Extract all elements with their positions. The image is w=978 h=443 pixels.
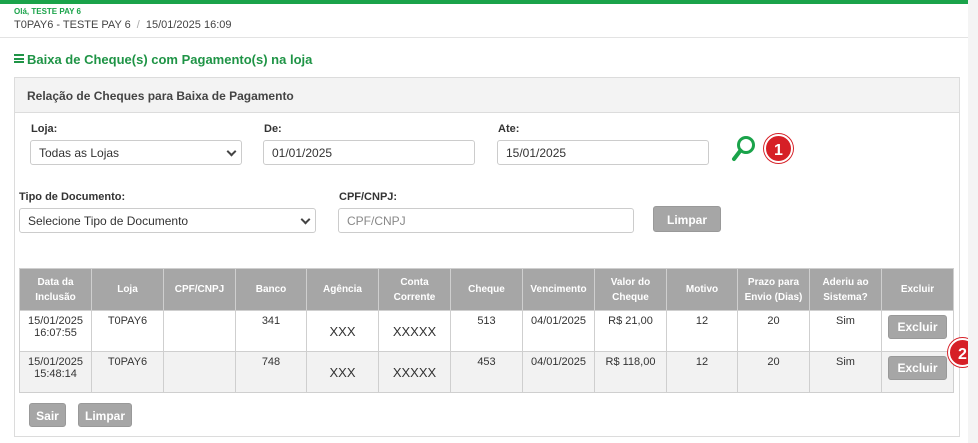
col-cpf-cnpj: CPF/CNPJ [163,268,236,311]
loja-select-value: Todas as Lojas [39,146,120,160]
search-icon[interactable] [731,135,757,163]
cell-loja: T0PAY6 [91,351,164,393]
cell-conta: XXXXX [378,351,451,393]
de-date-input[interactable]: 01/01/2025 [263,140,475,165]
col-data-inclusao: Data da Inclusão [19,268,92,311]
page-title: Baixa de Cheque(s) com Pagamento(s) na l… [14,52,312,67]
excluir-button[interactable]: Excluir [888,315,947,339]
cpf-cnpj-input[interactable]: CPF/CNPJ [338,208,634,233]
limpar-footer-button[interactable]: Limpar [78,403,132,427]
loja-label: Loja: [31,123,58,135]
cell-data-inclusao: 15/01/2025 15:48:14 [19,351,92,393]
top-accent-bar [0,0,978,4]
excluir-button[interactable]: Excluir [888,356,947,380]
cell-data-inclusao: 15/01/2025 16:07:55 [19,310,92,352]
cell-cheque: 453 [450,351,523,393]
cell-motivo: 12 [666,310,738,352]
col-conta-corrente: Conta Corrente [378,268,451,311]
tipo-documento-label: Tipo de Documento: [19,191,126,203]
col-prazo-envio: Prazo para Envio (Dias) [737,268,810,311]
col-agencia: Agência [306,268,379,311]
greeting-text: Olá, TESTE PAY 6 [14,7,81,16]
cell-valor: R$ 21,00 [594,310,667,352]
col-excluir: Excluir [881,268,954,311]
cell-banco: 341 [235,310,307,352]
cell-aderiu: Sim [809,351,882,393]
cell-vencimento: 04/01/2025 [522,310,595,352]
cell-agencia: XXX [306,310,379,352]
de-date-value: 01/01/2025 [272,146,333,160]
col-loja: Loja [91,268,164,311]
table-row: 15/01/2025 16:07:55 T0PAY6 341 XXX XXXXX… [19,310,954,352]
cell-conta: XXXXX [378,310,451,352]
cell-banco: 748 [235,351,307,393]
hamburger-icon [14,54,24,63]
cell-prazo: 20 [737,310,810,352]
ate-label: Ate: [498,123,520,135]
annotation-badge-1: 1 [764,134,793,163]
ate-date-input[interactable]: 15/01/2025 [497,140,709,165]
ate-date-value: 15/01/2025 [506,146,567,160]
cpf-cnpj-label: CPF/CNPJ: [339,191,398,203]
cell-cpf-cnpj [163,310,236,352]
breadcrumb-separator: / [136,19,140,31]
col-banco: Banco [235,268,307,311]
cell-valor: R$ 118,00 [594,351,667,393]
loja-select[interactable]: Todas as Lojas [30,140,242,165]
col-cheque: Cheque [450,268,523,311]
cell-prazo: 20 [737,351,810,393]
col-motivo: Motivo [666,268,738,311]
page-title-text: Baixa de Cheque(s) com Pagamento(s) na l… [27,52,313,67]
cell-vencimento: 04/01/2025 [522,351,595,393]
cell-cheque: 513 [450,310,523,352]
cell-loja: T0PAY6 [91,310,164,352]
cheques-table: Data da Inclusão Loja CPF/CNPJ Banco Agê… [19,268,954,393]
col-valor-cheque: Valor do Cheque [594,268,667,311]
de-label: De: [264,123,282,135]
col-vencimento: Vencimento [522,268,595,311]
panel-title: Relação de Cheques para Baixa de Pagamen… [15,78,959,113]
tipo-documento-value: Selecione Tipo de Documento [28,214,189,228]
sair-button[interactable]: Sair [29,403,66,427]
tipo-documento-select[interactable]: Selecione Tipo de Documento [19,208,316,233]
breadcrumb-datetime: 15/01/2025 16:09 [145,19,232,31]
cell-motivo: 12 [666,351,738,393]
table-header-row: Data da Inclusão Loja CPF/CNPJ Banco Agê… [19,268,954,311]
limpar-filter-button[interactable]: Limpar [653,206,721,232]
vertical-scrollbar[interactable] [968,0,978,443]
col-aderiu-sistema: Aderiu ao Sistema? [809,268,882,311]
cell-agencia: XXX [306,351,379,393]
cell-cpf-cnpj [163,351,236,393]
breadcrumb-store: T0PAY6 - TESTE PAY 6 [14,19,131,31]
header-divider [0,37,968,38]
cpf-cnpj-placeholder: CPF/CNPJ [347,214,406,228]
cell-aderiu: Sim [809,310,882,352]
table-row: 15/01/2025 15:48:14 T0PAY6 748 XXX XXXXX… [19,351,954,393]
cell-excluir: Excluir [881,310,954,352]
breadcrumb: T0PAY6 - TESTE PAY 6 / 15/01/2025 16:09 [14,19,231,31]
cell-excluir: Excluir [881,351,954,393]
